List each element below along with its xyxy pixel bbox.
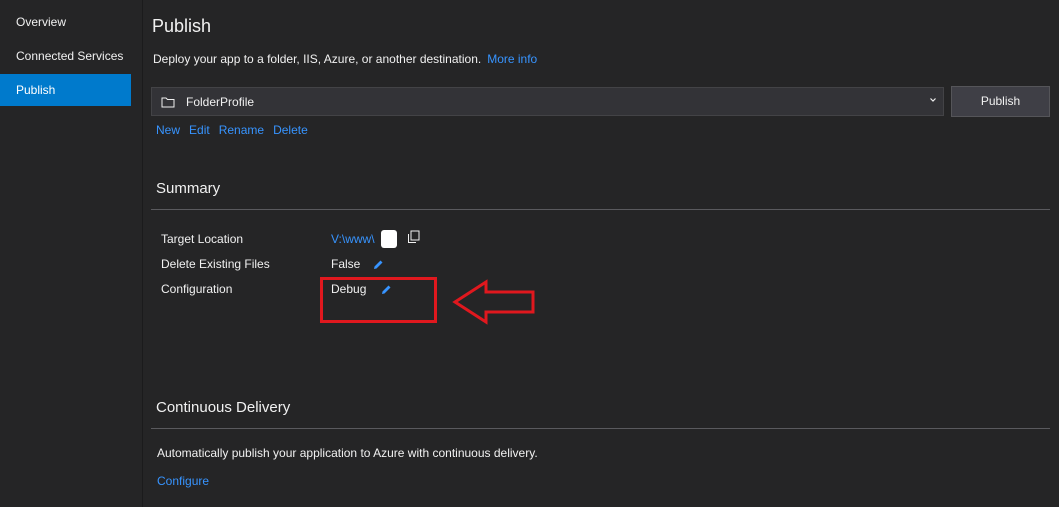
copy-icon[interactable] [407, 230, 420, 244]
main-panel: Publish Deploy your app to a folder, IIS… [143, 0, 1059, 507]
sidebar-item-connected-services[interactable]: Connected Services [0, 40, 131, 72]
sidebar-item-publish[interactable]: Publish [0, 74, 131, 106]
delete-existing-files-label: Delete Existing Files [161, 257, 270, 271]
target-location-value: V:\www\ [331, 232, 375, 246]
redaction-mark [381, 230, 397, 248]
sidebar-item-overview[interactable]: Overview [0, 6, 131, 38]
annotation-arrow-icon [452, 279, 535, 325]
target-location-label: Target Location [161, 232, 244, 246]
sidebar-item-label: Overview [16, 15, 67, 29]
edit-profile-link[interactable]: Edit [189, 123, 210, 137]
profile-dropdown[interactable]: FolderProfile [151, 87, 944, 116]
publish-button[interactable]: Publish [951, 86, 1050, 117]
profile-actions: New Edit Rename Delete [156, 123, 317, 137]
pencil-icon[interactable] [372, 258, 385, 271]
more-info-link[interactable]: More info [487, 52, 537, 66]
profile-name: FolderProfile [186, 95, 255, 109]
new-profile-link[interactable]: New [156, 123, 180, 137]
summary-divider [151, 209, 1050, 210]
continuous-delivery-divider [151, 428, 1050, 429]
continuous-delivery-description: Automatically publish your application t… [157, 446, 538, 460]
configure-link[interactable]: Configure [157, 474, 209, 488]
configuration-label: Configuration [161, 282, 233, 296]
sidebar-item-label: Publish [16, 83, 56, 97]
sidebar-item-label: Connected Services [16, 49, 124, 63]
page-description: Deploy your app to a folder, IIS, Azure,… [153, 52, 537, 66]
continuous-delivery-title: Continuous Delivery [156, 399, 291, 416]
sidebar: Overview Connected Services Publish [0, 0, 143, 507]
page-title: Publish [152, 16, 212, 36]
summary-title: Summary [156, 180, 221, 197]
chevron-down-icon [930, 98, 936, 102]
delete-existing-files-text: False [331, 257, 361, 271]
rename-profile-link[interactable]: Rename [219, 123, 264, 137]
description-text: Deploy your app to a folder, IIS, Azure,… [153, 52, 482, 66]
delete-existing-files-value: False [331, 257, 385, 271]
annotation-highlight-box [320, 277, 437, 323]
target-location-link[interactable]: V:\www\ [331, 232, 375, 246]
folder-icon [161, 97, 175, 108]
delete-profile-link[interactable]: Delete [273, 123, 308, 137]
